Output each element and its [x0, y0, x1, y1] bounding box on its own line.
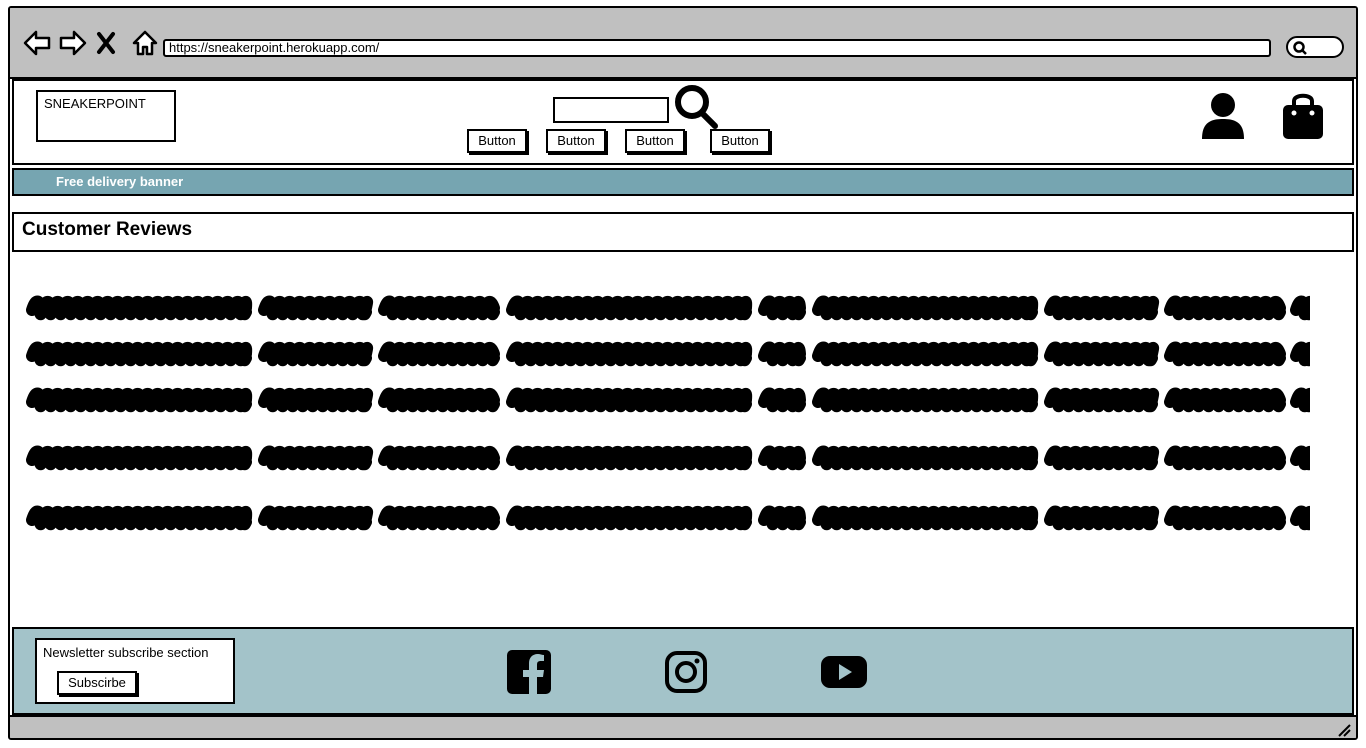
scribble-line-2-9 [1290, 341, 1317, 367]
scribble-line-3-5 [758, 387, 806, 413]
scribble-line-3-4 [506, 387, 753, 413]
scribble-line-2-3 [378, 341, 500, 367]
scribble-line-5-9 [1290, 505, 1317, 531]
scribble-line-3-9 [1290, 387, 1317, 413]
forward-arrow-icon[interactable] [58, 28, 88, 58]
scribble-line-3-6 [812, 387, 1039, 413]
url-bar[interactable]: https://sneakerpoint.herokuapp.com/ [163, 39, 1271, 57]
scribble-line-2-6 [812, 341, 1039, 367]
scribble-line-3-7 [1044, 387, 1160, 413]
nav-button-3[interactable]: Button [625, 129, 685, 153]
browser-toolbar: https://sneakerpoint.herokuapp.com/ [10, 8, 1356, 79]
scribble-line-5-7 [1044, 505, 1160, 531]
scribble-line-5-5 [758, 505, 806, 531]
browser-status-bar [10, 715, 1356, 738]
logo-text: SNEAKERPOINT [44, 96, 146, 111]
scribble-line-5-1 [26, 505, 253, 531]
newsletter-label: Newsletter subscribe section [43, 645, 209, 660]
scribble-line-5-4 [506, 505, 753, 531]
scribble-line-3-3 [378, 387, 500, 413]
scribble-line-1-1 [26, 295, 253, 321]
scribble-line-1-3 [378, 295, 500, 321]
site-footer: Newsletter subscribe section Subscirbe [12, 627, 1354, 715]
scribble-line-1-9 [1290, 295, 1317, 321]
scribble-line-5-8 [1164, 505, 1286, 531]
reviews-title: Customer Reviews [22, 219, 193, 240]
close-icon[interactable] [94, 28, 124, 58]
browser-window: https://sneakerpoint.herokuapp.com/ SNEA… [8, 6, 1358, 740]
home-icon[interactable] [130, 28, 160, 58]
scribble-line-4-1 [26, 445, 253, 471]
resize-handle-icon[interactable] [1336, 722, 1352, 738]
nav-button-2[interactable]: Button [546, 129, 606, 153]
scribble-line-4-7 [1044, 445, 1160, 471]
instagram-icon[interactable] [664, 650, 708, 699]
scribble-line-2-2 [258, 341, 374, 367]
site-header: SNEAKERPOINT Button Button Button Button [12, 79, 1354, 165]
scribble-line-1-5 [758, 295, 806, 321]
scribble-line-4-3 [378, 445, 500, 471]
scribble-line-1-7 [1044, 295, 1160, 321]
scribble-line-1-8 [1164, 295, 1286, 321]
nav-button-4[interactable]: Button [710, 129, 770, 153]
scribble-line-3-1 [26, 387, 253, 413]
scribble-line-4-9 [1290, 445, 1317, 471]
scribble-line-1-2 [258, 295, 374, 321]
scribble-line-4-8 [1164, 445, 1286, 471]
scribble-line-5-3 [378, 505, 500, 531]
search-input[interactable] [553, 97, 669, 123]
subscribe-button[interactable]: Subscirbe [57, 671, 137, 695]
reviews-heading: Customer Reviews [12, 212, 1354, 252]
scribble-line-1-4 [506, 295, 753, 321]
delivery-banner: Free delivery banner [12, 168, 1354, 196]
scribble-line-2-4 [506, 341, 753, 367]
scribble-line-3-8 [1164, 387, 1286, 413]
scribble-line-3-2 [258, 387, 374, 413]
browser-search-field[interactable] [1286, 36, 1344, 58]
search-icon [1293, 41, 1307, 55]
scribble-line-5-6 [812, 505, 1039, 531]
scribble-line-4-4 [506, 445, 753, 471]
user-icon[interactable] [1200, 91, 1246, 146]
scribble-line-4-6 [812, 445, 1039, 471]
scribble-line-1-6 [812, 295, 1039, 321]
newsletter-section: Newsletter subscribe section Subscirbe [35, 638, 235, 704]
youtube-icon[interactable] [820, 650, 868, 699]
scribble-line-2-7 [1044, 341, 1160, 367]
scribble-line-4-5 [758, 445, 806, 471]
reviews-placeholder-text [20, 278, 1317, 538]
scribble-line-4-2 [258, 445, 374, 471]
logo[interactable]: SNEAKERPOINT [36, 90, 176, 142]
nav-button-1[interactable]: Button [467, 129, 527, 153]
scribble-line-2-8 [1164, 341, 1286, 367]
facebook-icon[interactable] [507, 650, 551, 699]
shopping-bag-icon[interactable] [1280, 91, 1326, 146]
scribble-line-2-5 [758, 341, 806, 367]
delivery-banner-text: Free delivery banner [56, 174, 184, 189]
scribble-line-5-2 [258, 505, 374, 531]
back-arrow-icon[interactable] [22, 28, 52, 58]
scribble-line-2-1 [26, 341, 253, 367]
